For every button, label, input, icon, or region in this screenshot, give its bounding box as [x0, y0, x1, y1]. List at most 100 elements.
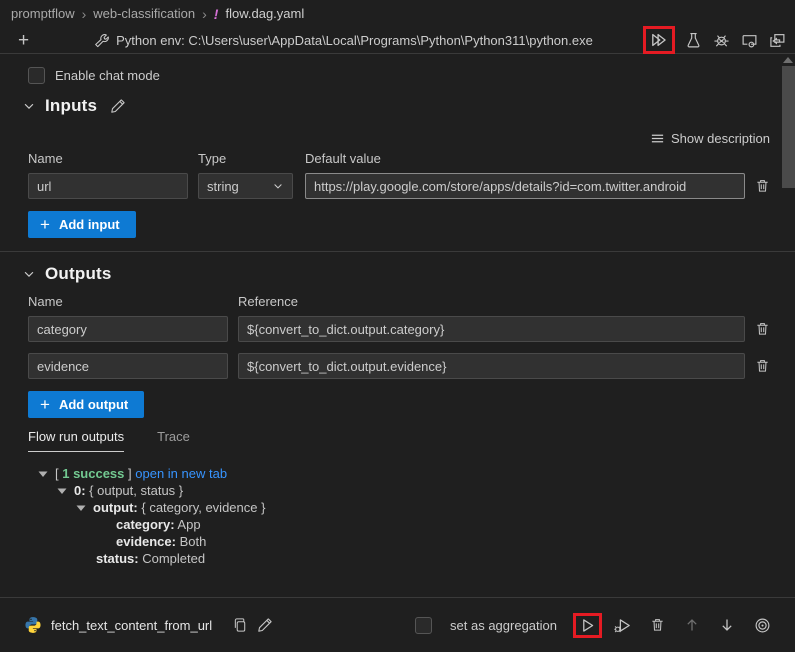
- node-actions: set as aggregation: [415, 613, 771, 638]
- input-type-select[interactable]: string: [198, 173, 293, 199]
- aggregation-checkbox[interactable]: [415, 617, 432, 634]
- section-divider: [0, 251, 795, 252]
- chevron-down-icon[interactable]: [22, 267, 36, 281]
- chevron-down-icon[interactable]: [22, 99, 36, 113]
- copy-icon[interactable]: [233, 617, 248, 633]
- tree-status-row: status: Completed: [28, 550, 770, 567]
- plus-icon[interactable]: +: [18, 31, 44, 50]
- tree-key: evidence:: [116, 533, 176, 550]
- trash-icon[interactable]: [650, 617, 665, 633]
- tree-item-row[interactable]: 0: { output, status }: [28, 482, 770, 499]
- breadcrumb-separator-icon: ›: [202, 6, 207, 22]
- breadcrumb-item-file[interactable]: flow.dag.yaml: [225, 6, 304, 21]
- run-highlight-box: [643, 26, 675, 54]
- hamburger-icon: [650, 131, 665, 146]
- scrollbar[interactable]: [781, 56, 795, 596]
- beaker-icon[interactable]: [684, 31, 703, 50]
- arrow-up-icon[interactable]: [684, 617, 700, 633]
- inputs-col-type: Type: [198, 151, 305, 166]
- inputs-table-header: Name Type Default value: [28, 151, 770, 166]
- bracket: [: [55, 465, 62, 482]
- toolbar-actions: [643, 26, 787, 54]
- input-row-url: url string https://play.google.com/store…: [28, 173, 770, 199]
- target-icon[interactable]: [754, 617, 771, 634]
- tree-output-row[interactable]: output: { category, evidence }: [28, 499, 770, 516]
- trash-icon[interactable]: [755, 358, 770, 374]
- output-name-field[interactable]: category: [28, 316, 228, 342]
- wrench-icon: [94, 33, 109, 48]
- play-icon[interactable]: [579, 617, 596, 634]
- tree-key: 0:: [74, 482, 86, 499]
- pencil-icon[interactable]: [110, 98, 126, 114]
- tree-category-row: category: App: [28, 516, 770, 533]
- tab-trace[interactable]: Trace: [157, 429, 190, 452]
- breadcrumb: promptflow › web-classification › ! flow…: [0, 0, 795, 27]
- tree-root-row[interactable]: [ 1 success ] open in new tab: [28, 465, 770, 482]
- tab-flow-run-outputs[interactable]: Flow run outputs: [28, 429, 124, 452]
- outputs-title: Outputs: [45, 264, 112, 284]
- chevron-down-icon[interactable]: [38, 469, 48, 479]
- chevron-down-icon[interactable]: [57, 486, 67, 496]
- trash-icon[interactable]: [755, 178, 770, 194]
- output-row-evidence: evidence ${convert_to_dict.output.eviden…: [28, 353, 770, 379]
- preview-icon[interactable]: [740, 31, 759, 50]
- tree-evidence-row: evidence: Both: [28, 533, 770, 550]
- input-type-value: string: [207, 179, 239, 194]
- python-icon: [24, 616, 42, 634]
- yaml-file-icon: !: [214, 6, 219, 22]
- input-name-field[interactable]: url: [28, 173, 188, 199]
- plus-icon: +: [40, 395, 50, 415]
- output-reference-field[interactable]: ${convert_to_dict.output.category}: [238, 316, 745, 342]
- inputs-col-name: Name: [28, 151, 198, 166]
- run-status-badge: 1 success: [62, 465, 124, 482]
- show-description-toggle[interactable]: Show description: [28, 131, 770, 146]
- run-node-highlight-box: [573, 613, 602, 638]
- breadcrumb-item-promptflow[interactable]: promptflow: [11, 6, 75, 21]
- output-reference-field[interactable]: ${convert_to_dict.output.evidence}: [238, 353, 745, 379]
- results-tabs: Flow run outputs Trace: [28, 429, 770, 452]
- tree-key: status:: [96, 550, 139, 567]
- editor-toolbar: + Python env: C:\Users\user\AppData\Loca…: [0, 27, 795, 54]
- bracket: ]: [124, 465, 135, 482]
- bug-icon[interactable]: [712, 31, 731, 50]
- scrollbar-thumb[interactable]: [782, 66, 795, 188]
- open-in-new-tab-link[interactable]: open in new tab: [135, 465, 227, 482]
- breadcrumb-separator-icon: ›: [82, 6, 87, 22]
- python-env-label: Python env: C:\Users\user\AppData\Local\…: [116, 33, 593, 48]
- outputs-col-name: Name: [28, 294, 238, 309]
- tree-key: category:: [116, 516, 175, 533]
- inputs-section-header: Inputs: [28, 96, 770, 116]
- add-output-label: Add output: [59, 397, 128, 412]
- trash-icon[interactable]: [755, 321, 770, 337]
- split-editor-icon[interactable]: [768, 31, 787, 50]
- arrow-down-icon[interactable]: [719, 617, 735, 633]
- input-default-field[interactable]: https://play.google.com/store/apps/detai…: [305, 173, 745, 199]
- outputs-col-reference: Reference: [238, 294, 298, 309]
- inputs-title: Inputs: [45, 96, 97, 116]
- python-env-selector[interactable]: Python env: C:\Users\user\AppData\Local\…: [44, 33, 643, 48]
- output-name-field[interactable]: evidence: [28, 353, 228, 379]
- tree-value: { category, evidence }: [138, 499, 266, 516]
- node-toolbar: fetch_text_content_from_url set as aggre…: [0, 597, 795, 652]
- chat-mode-checkbox[interactable]: [28, 67, 45, 84]
- tree-value: Completed: [139, 550, 205, 567]
- run-all-icon[interactable]: [649, 30, 669, 50]
- aggregation-label: set as aggregation: [450, 618, 557, 633]
- outputs-table-header: Name Reference: [28, 294, 770, 309]
- outputs-section-header: Outputs: [28, 264, 770, 284]
- add-input-button[interactable]: + Add input: [28, 211, 136, 238]
- tree-value: App: [175, 516, 201, 533]
- add-input-label: Add input: [59, 217, 120, 232]
- show-description-label: Show description: [671, 131, 770, 146]
- node-name-label: fetch_text_content_from_url: [51, 618, 212, 633]
- tree-value: Both: [176, 533, 206, 550]
- debug-alt-icon[interactable]: [614, 617, 631, 634]
- add-output-button[interactable]: + Add output: [28, 391, 144, 418]
- chevron-down-icon: [272, 180, 284, 192]
- pencil-icon[interactable]: [257, 617, 273, 633]
- scroll-up-icon[interactable]: [783, 57, 793, 63]
- chat-mode-label: Enable chat mode: [55, 68, 160, 83]
- flow-form: Enable chat mode Inputs Show description…: [0, 67, 795, 567]
- breadcrumb-item-web-classification[interactable]: web-classification: [93, 6, 195, 21]
- chevron-down-icon[interactable]: [76, 503, 86, 513]
